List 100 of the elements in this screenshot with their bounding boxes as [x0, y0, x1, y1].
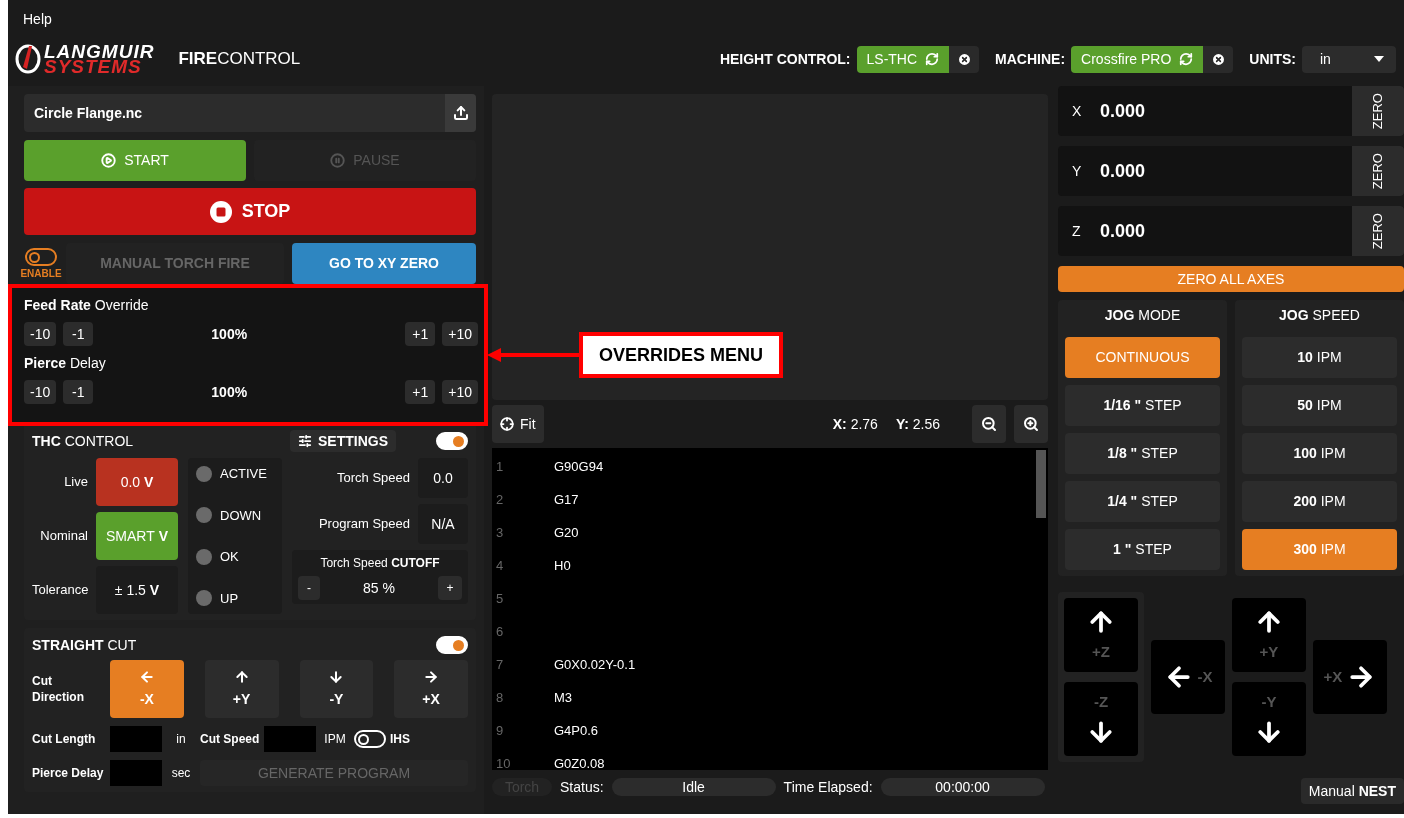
caret-icon	[1374, 56, 1384, 62]
enable-label: ENABLE	[20, 268, 62, 279]
speed-label: Program Speed	[318, 515, 410, 534]
zoom-in-icon	[1023, 416, 1039, 432]
zoom-in-button[interactable]	[1014, 405, 1048, 443]
voltage-label: Nominal	[39, 527, 88, 546]
panel-title: JOG MODE	[1103, 306, 1182, 325]
axis-value: 0.000	[1100, 159, 1147, 183]
toggle-switch[interactable]	[25, 248, 57, 266]
file-field[interactable]: Circle Flange.nc	[24, 94, 476, 132]
gcode-line: H0	[554, 556, 571, 575]
settings-button[interactable]: SETTINGS	[290, 430, 396, 452]
manual-nest-button[interactable]: Manual NEST	[1300, 778, 1404, 804]
line-number: 2	[495, 490, 505, 509]
cutoff-title: Torch Speed CUTOFF	[319, 555, 441, 572]
callout-label: OVERRIDES MENU	[579, 332, 784, 378]
cut-length-input[interactable]	[110, 726, 162, 752]
line-number: 4	[495, 556, 505, 575]
step-button[interactable]: -1	[63, 322, 94, 346]
unit-label: IPM	[323, 731, 347, 748]
cut-speed-input[interactable]	[264, 726, 316, 752]
zoom-out-icon	[981, 416, 997, 432]
step-button[interactable]: +1	[405, 322, 436, 346]
jog-option[interactable]: 200 IPM	[1242, 481, 1397, 522]
jog-option[interactable]: 1/8 " STEP	[1065, 433, 1220, 474]
clear-button[interactable]	[1203, 45, 1234, 73]
gcode-line: G17	[554, 490, 579, 509]
jog-option[interactable]: 1 " STEP	[1065, 529, 1220, 570]
logo-text: LANGMUIR	[44, 44, 155, 59]
override-value: 100%	[210, 324, 249, 344]
override-value: 100%	[210, 382, 249, 402]
line-number: 1	[495, 457, 505, 476]
step-button[interactable]: -10	[24, 380, 57, 404]
zero-button[interactable]: ZERO	[1352, 146, 1404, 196]
selector-label: HEIGHT CONTROL:	[719, 49, 851, 69]
jog-option[interactable]: 1/16 " STEP	[1065, 385, 1220, 426]
axis-label: X	[1071, 101, 1083, 121]
speed-display: N/A	[418, 504, 468, 544]
panel-title: STRAIGHT CUT	[32, 635, 137, 655]
voltage-display: 0.0 V	[96, 458, 178, 506]
settings-icon	[298, 434, 312, 448]
jog-option[interactable]: 50 IPM	[1242, 385, 1397, 426]
scrollbar-thumb	[1036, 450, 1046, 518]
selector-label: MACHINE:	[995, 49, 1066, 69]
line-number: 5	[495, 589, 505, 608]
fit-button[interactable]: Fit	[492, 405, 544, 443]
override-title: Pierce Delay	[24, 354, 107, 372]
step-button[interactable]: -1	[63, 380, 94, 404]
status-value: Idle	[611, 778, 776, 796]
logo-text: SYSTEMS	[44, 59, 142, 74]
line-number: 3	[495, 523, 505, 542]
close-icon	[956, 51, 972, 67]
app-title: FIRECONTROL	[178, 48, 301, 71]
step-button[interactable]: +1	[405, 380, 436, 404]
direction-button[interactable]: +X	[394, 660, 468, 718]
field-label: Cut Speed	[200, 731, 261, 748]
units-dropdown[interactable]: in	[1302, 45, 1396, 73]
close-icon	[1210, 51, 1226, 67]
pierce-delay-input[interactable]	[110, 760, 162, 786]
direction-button[interactable]: -Y	[299, 660, 374, 718]
start-icon	[101, 153, 117, 168]
jog-option[interactable]: 10 IPM	[1242, 337, 1397, 378]
unit-label: sec	[170, 765, 192, 782]
decrement-button[interactable]: -	[298, 576, 320, 600]
direction-button[interactable]: +Y	[204, 660, 279, 718]
step-button[interactable]: +10	[442, 380, 478, 404]
gcode-line: G4P0.6	[554, 721, 599, 740]
panel-title: JOG SPEED	[1278, 306, 1361, 325]
ihs-label: IHS	[390, 731, 410, 748]
refresh-icon	[925, 52, 940, 66]
coordinate-readout: X: 2.76	[832, 414, 878, 434]
logo-icon	[15, 43, 41, 75]
panel-title: THC CONTROL	[32, 431, 134, 451]
voltage-label: Live	[63, 473, 88, 492]
stop-icon	[209, 200, 232, 223]
gcode-line: G0Z0.08	[554, 754, 605, 773]
step-button[interactable]: +10	[442, 322, 478, 346]
stop-button[interactable]: STOP	[24, 188, 476, 235]
voltage-label: Tolerance	[32, 581, 88, 600]
cutoff-value: 85 %	[363, 578, 395, 598]
zoom-out-button[interactable]	[972, 405, 1006, 443]
jog-option[interactable]: 100 IPM	[1242, 433, 1397, 474]
zero-button[interactable]: ZERO	[1352, 86, 1404, 136]
indicator-label: OK	[220, 548, 239, 566]
line-number: 10	[495, 754, 512, 773]
increment-button[interactable]: +	[438, 576, 462, 600]
upload-button[interactable]	[445, 94, 476, 132]
voltage-display: SMART V	[96, 512, 178, 560]
field-label: Cut Length	[32, 731, 97, 748]
axis-value: 0.000	[1100, 99, 1147, 123]
step-button[interactable]: -10	[24, 322, 57, 346]
clear-button[interactable]	[949, 45, 980, 73]
menu-item[interactable]: Help	[23, 8, 52, 30]
jog-option[interactable]: 1/4 " STEP	[1065, 481, 1220, 522]
go-to-xy-zero-button[interactable]: GO TO XY ZERO	[292, 243, 476, 284]
file-name: Circle Flange.nc	[34, 103, 144, 123]
override-title: Feed Rate Override	[24, 296, 150, 314]
gcode-line: G20	[554, 523, 579, 542]
refresh-icon	[1179, 52, 1194, 66]
zero-button[interactable]: ZERO	[1352, 206, 1404, 256]
